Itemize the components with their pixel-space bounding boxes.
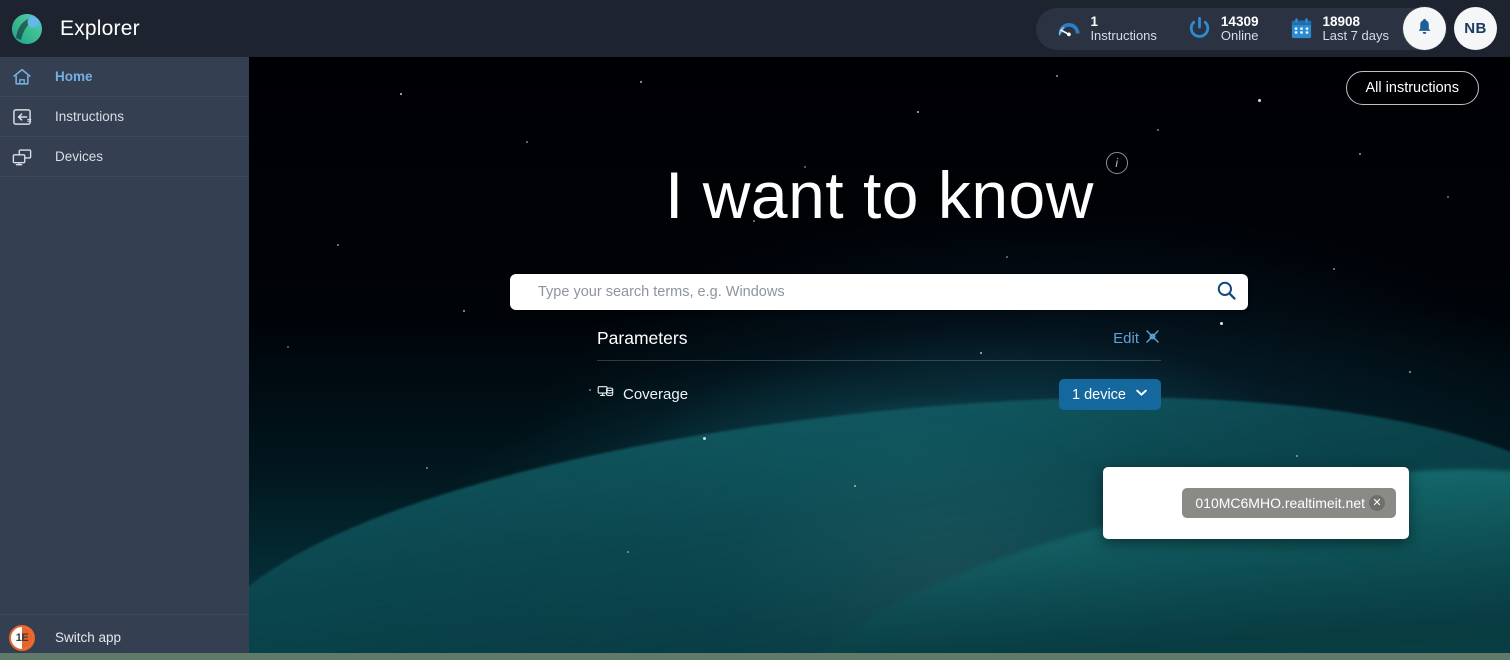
- explorer-logo-icon: [9, 11, 45, 47]
- stat-instructions-text: 1 Instructions: [1090, 14, 1156, 44]
- parameter-coverage-name: Coverage: [597, 384, 688, 405]
- sidebar-item-home[interactable]: Home: [0, 57, 249, 97]
- parameters-header: Parameters Edit: [597, 328, 1161, 361]
- stat-last-7-days-label: Last 7 days: [1322, 27, 1390, 43]
- user-avatar[interactable]: NB: [1454, 7, 1497, 50]
- sidebar-item-devices-label: Devices: [55, 149, 104, 164]
- search-bar[interactable]: [510, 274, 1248, 310]
- top-header: Explorer 1 Instructions 14309 Online 189…: [0, 0, 1510, 57]
- search-button[interactable]: [1204, 274, 1248, 310]
- app-brand[interactable]: Explorer: [0, 11, 249, 47]
- edit-settings-icon: [1144, 328, 1161, 349]
- sidebar-item-home-label: Home: [55, 69, 93, 84]
- avatar-initials: NB: [1464, 20, 1487, 37]
- stat-instructions-label: Instructions: [1090, 27, 1157, 43]
- notifications-button[interactable]: [1403, 7, 1446, 50]
- stat-last-7-days-text: 18908 Last 7 days: [1323, 14, 1390, 44]
- sidebar-item-devices[interactable]: Devices: [0, 137, 249, 177]
- parameters-edit-label: Edit: [1113, 330, 1139, 347]
- device-chip[interactable]: 010MC6MHO.realtimeit.net ✕: [1182, 488, 1396, 518]
- explorer-app-window: Explorer 1 Instructions 14309 Online 189…: [0, 0, 1510, 660]
- one-e-logo-icon: 1E: [9, 624, 35, 651]
- coverage-device-count-label: 1 device: [1071, 386, 1126, 403]
- parameters-panel: Parameters Edit Coverage 1 device 010MC6…: [597, 328, 1409, 539]
- parameter-row-coverage: Coverage 1 device: [597, 361, 1161, 410]
- info-icon[interactable]: i: [1105, 152, 1128, 174]
- header-stats-pod: 1 Instructions 14309 Online 18908 Last 7…: [1036, 7, 1435, 50]
- parameters-edit-link[interactable]: Edit: [1113, 328, 1161, 349]
- stat-last-7-days[interactable]: 18908 Last 7 days: [1289, 14, 1390, 44]
- stat-online-value: 14309: [1220, 13, 1259, 29]
- app-title: Explorer: [60, 16, 140, 40]
- chevron-down-icon: [1135, 386, 1148, 403]
- home-icon: [9, 64, 35, 90]
- devices-icon: [9, 144, 35, 170]
- stat-online[interactable]: 14309 Online: [1187, 14, 1259, 44]
- parameters-title: Parameters: [597, 328, 688, 348]
- instructions-icon: [9, 104, 35, 130]
- close-circle-icon[interactable]: ✕: [1369, 495, 1385, 511]
- stat-online-label: Online: [1220, 27, 1259, 43]
- left-sidebar: Home Instructions Devices 1E Switch app: [0, 57, 249, 660]
- page-title: I want to know i: [665, 152, 1128, 228]
- one-e-logo-text: 1E: [15, 631, 29, 644]
- stat-online-text: 14309 Online: [1221, 14, 1259, 44]
- search-input[interactable]: [510, 284, 1204, 300]
- sidebar-item-instructions[interactable]: Instructions: [0, 97, 249, 137]
- calendar-icon: [1289, 16, 1315, 42]
- hero-section: I want to know i: [249, 152, 1510, 228]
- bottom-status-bar: [0, 653, 1510, 660]
- header-right-cluster: 1 Instructions 14309 Online 18908 Last 7…: [1036, 0, 1510, 57]
- device-chip-label: 010MC6MHO.realtimeit.net: [1195, 495, 1365, 511]
- all-instructions-button[interactable]: All instructions: [1345, 71, 1479, 105]
- sidebar-item-instructions-label: Instructions: [55, 109, 125, 124]
- switch-app-label: Switch app: [55, 630, 122, 645]
- bell-icon: [1415, 18, 1434, 40]
- coverage-device-popover: 010MC6MHO.realtimeit.net ✕: [1103, 467, 1409, 539]
- gauge-icon: [1056, 16, 1082, 42]
- search-icon: [1216, 280, 1237, 304]
- stat-instructions-value: 1: [1090, 13, 1098, 29]
- stat-last-7-days-value: 18908: [1322, 13, 1361, 29]
- coverage-icon: [597, 384, 614, 405]
- power-icon: [1187, 16, 1213, 42]
- page-title-text: I want to know: [665, 158, 1094, 232]
- stat-instructions[interactable]: 1 Instructions: [1056, 14, 1157, 44]
- parameter-coverage-label: Coverage: [623, 386, 689, 403]
- main-stage: All instructions I want to know i Param: [249, 57, 1510, 660]
- coverage-device-dropdown-button[interactable]: 1 device: [1058, 379, 1161, 410]
